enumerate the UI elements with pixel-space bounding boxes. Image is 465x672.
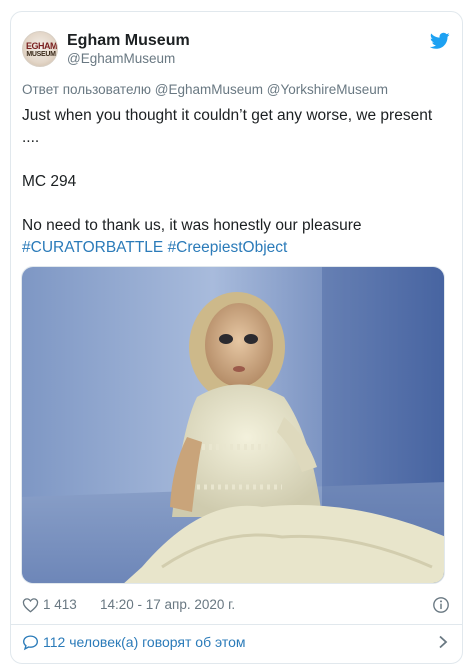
- avatar[interactable]: EGHAM MUSEUM: [22, 31, 58, 67]
- tweet-line: Just when you thought it couldn’t get an…: [22, 107, 433, 146]
- speech-bubble-icon: [23, 635, 38, 651]
- divider: [11, 624, 462, 625]
- twitter-bird-icon[interactable]: [430, 32, 450, 50]
- tweet-photo[interactable]: [21, 266, 445, 584]
- avatar-logo-subtext: MUSEUM: [26, 51, 56, 58]
- heart-icon[interactable]: [22, 597, 39, 613]
- tweet-line: No need to thank us, it was honestly our…: [22, 217, 362, 234]
- info-icon[interactable]: [432, 596, 450, 614]
- tweet-line: MC 294: [22, 173, 77, 190]
- author-handle[interactable]: @EghamMuseum: [67, 51, 175, 66]
- tweet-timestamp[interactable]: 14:20 - 17 апр. 2020 г.: [100, 597, 235, 612]
- author-display-name[interactable]: Egham Museum: [67, 32, 190, 50]
- hashtag-link[interactable]: #CreepiestObject: [168, 239, 288, 256]
- chevron-right-icon: [439, 635, 448, 649]
- conversation-link[interactable]: 112 человек(а) говорят об этом: [22, 632, 450, 654]
- conversation-label: 112 человек(а) говорят об этом: [43, 634, 246, 650]
- tweet-header: EGHAM MUSEUM Egham Museum @EghamMuseum: [22, 30, 450, 70]
- reply-context[interactable]: Ответ пользователю @EghamMuseum @Yorkshi…: [22, 82, 388, 97]
- tweet-hashtags: #CURATORBATTLE #CreepiestObject: [22, 237, 447, 259]
- doll-photo-icon: [22, 267, 444, 583]
- hashtag-link[interactable]: #CURATORBATTLE: [22, 239, 163, 256]
- avatar-logo-text: EGHAM: [26, 41, 57, 51]
- tweet-text: Just when you thought it couldn’t get an…: [22, 105, 447, 259]
- tweet-spacer: [22, 149, 447, 171]
- tweet-meta: 1 413 14:20 - 17 апр. 2020 г.: [22, 595, 450, 617]
- like-count[interactable]: 1 413: [43, 597, 77, 612]
- tweet-card: EGHAM MUSEUM Egham Museum @EghamMuseum О…: [10, 11, 463, 664]
- tweet-spacer: [22, 193, 447, 215]
